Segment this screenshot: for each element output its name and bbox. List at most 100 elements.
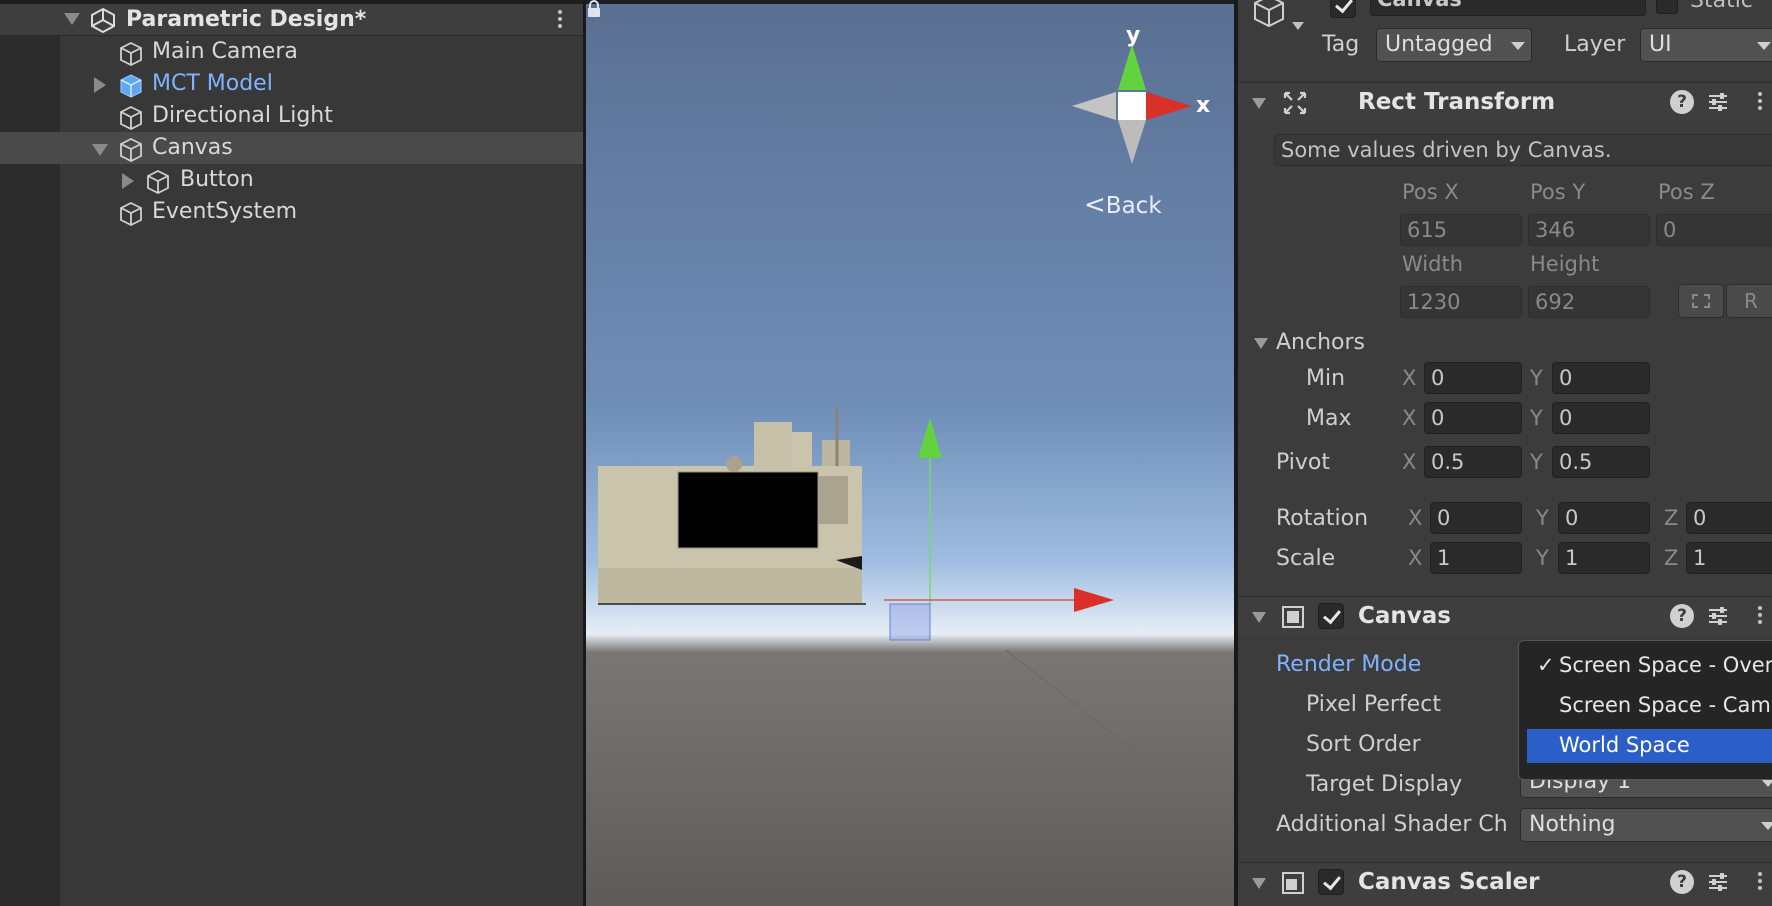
anchor-min-y-field[interactable]: 0 [1552,362,1650,394]
hierarchy-item-directional-light[interactable]: Directional Light [0,100,583,132]
hierarchy-item-mct-model[interactable]: MCT Model [0,68,583,100]
scene-fold-arrow-icon[interactable] [64,13,80,25]
anchor-max-y-field[interactable]: 0 [1552,402,1650,434]
rotation-x-field[interactable]: 0 [1430,502,1522,534]
additional-shader-channels-value: Nothing [1529,812,1616,837]
fold-arrow-icon[interactable] [1252,98,1266,109]
pos-y-field[interactable]: 346 [1528,214,1650,246]
hierarchy-item-label: Canvas [152,135,233,160]
chevron-down-icon [1761,822,1772,830]
lock-icon[interactable] [586,0,602,18]
hierarchy-item-label: MCT Model [152,71,273,96]
width-label: Width [1402,252,1464,276]
hierarchy-item-canvas[interactable]: Canvas [0,132,583,164]
tag-label: Tag [1322,32,1360,57]
sort-order-label: Sort Order [1306,732,1421,757]
render-mode-option-camera[interactable]: Screen Space - Camera [1527,689,1772,723]
canvas-component-title: Canvas [1358,603,1451,629]
anchors-fold-arrow-icon[interactable] [1254,338,1268,349]
preset-sliders-icon[interactable] [1706,604,1730,628]
preset-sliders-icon[interactable] [1706,90,1730,114]
static-label: Static [1690,0,1753,13]
prefab-cube-icon [120,74,142,98]
component-menu-kebab-icon[interactable] [1750,606,1770,627]
tag-dropdown[interactable]: Untagged [1376,28,1532,62]
scale-y-field[interactable]: 1 [1558,542,1650,574]
scene-menu-kebab-icon[interactable] [550,10,570,32]
pos-z-label: Pos Z [1658,180,1715,204]
anchor-min-x-field[interactable]: 0 [1424,362,1522,394]
tag-value: Untagged [1385,32,1493,57]
object-name-field[interactable]: Canvas [1370,0,1646,16]
scale-x-field[interactable]: 1 [1430,542,1522,574]
canvas-scaler-header[interactable]: Canvas Scaler ? [1238,862,1772,906]
canvas-scaler-icon [1282,872,1304,894]
rect-transform-header[interactable]: Rect Transform ? [1238,82,1772,122]
render-mode-option-world-space[interactable]: World Space [1527,729,1772,763]
layer-dropdown[interactable]: UI [1640,28,1772,62]
height-field[interactable]: 692 [1528,286,1650,318]
hierarchy-item-main-camera[interactable]: Main Camera [0,36,583,68]
hierarchy-item-eventsystem[interactable]: EventSystem [0,196,583,228]
blueprint-dashed-rect-icon [1692,294,1710,308]
canvas-component-header[interactable]: Canvas ? [1238,596,1772,636]
axis-y-label: Y [1530,366,1543,390]
pivot-y-field[interactable]: 0.5 [1552,446,1650,478]
scene-view[interactable]: y x <Back [586,0,1234,906]
axis-x-label: X [1402,450,1417,474]
chevron-down-icon [1757,42,1771,50]
render-mode-label: Render Mode [1276,652,1422,677]
canvas-component-icon [1282,606,1304,628]
expand-arrow-icon[interactable] [122,173,134,189]
chevron-down-icon [1761,779,1772,787]
height-label: Height [1530,252,1600,276]
component-menu-kebab-icon[interactable] [1750,872,1770,893]
pos-x-field[interactable]: 615 [1400,214,1522,246]
width-field[interactable]: 1230 [1400,286,1522,318]
rect-transform-title: Rect Transform [1358,89,1556,115]
scene-title: Parametric Design* [126,7,367,32]
driven-by-note: Some values driven by Canvas. [1274,134,1772,166]
scale-z-field[interactable]: 1 [1686,542,1772,574]
unity-scene-icon [91,7,115,33]
gizmo-x-label: x [1196,93,1210,118]
axis-y-label: Y [1536,506,1549,530]
pivot-x-field[interactable]: 0.5 [1424,446,1522,478]
fold-arrow-icon[interactable] [1252,878,1266,889]
blueprint-mode-button[interactable] [1678,284,1724,318]
checkmark-icon: ✓ [1537,653,1555,677]
hierarchy-item-button[interactable]: Button [0,164,583,196]
component-menu-kebab-icon[interactable] [1750,92,1770,113]
axis-y-label: Y [1530,406,1543,430]
axis-x-label: X [1402,366,1417,390]
additional-shader-channels-dropdown[interactable]: Nothing [1520,808,1772,842]
axis-z-label: Z [1664,546,1679,570]
canvas-scaler-enabled-checkbox[interactable] [1318,869,1344,895]
expand-arrow-icon[interactable] [94,77,106,93]
help-icon[interactable]: ? [1670,90,1694,114]
canvas-enabled-checkbox[interactable] [1318,603,1344,629]
anchors-label: Anchors [1276,330,1365,355]
render-mode-option-overlay[interactable]: ✓ Screen Space - Overlay [1527,649,1772,683]
help-icon[interactable]: ? [1670,604,1694,628]
hierarchy-item-label: Main Camera [152,39,298,64]
collapse-arrow-icon[interactable] [92,144,108,156]
raw-edit-button[interactable]: R [1726,284,1772,318]
scene-viewport-canvas: y x [586,0,1234,906]
back-label: Back [1105,193,1162,219]
rotation-z-field[interactable]: 0 [1686,502,1772,534]
back-link[interactable]: <Back [1084,190,1162,220]
static-checkbox[interactable] [1656,0,1678,14]
pos-x-label: Pos X [1402,180,1459,204]
icon-dropdown-caret-icon[interactable] [1292,22,1304,30]
gameobject-cube-icon [147,169,169,195]
move-handle-plane[interactable] [889,603,931,641]
preset-sliders-icon[interactable] [1706,870,1730,894]
pos-z-field[interactable]: 0 [1656,214,1772,246]
active-toggle-checkbox[interactable] [1330,0,1356,18]
anchor-max-x-field[interactable]: 0 [1424,402,1522,434]
rotation-y-field[interactable]: 0 [1558,502,1650,534]
fold-arrow-icon[interactable] [1252,612,1266,623]
scene-header-row[interactable]: Parametric Design* [0,4,583,36]
help-icon[interactable]: ? [1670,870,1694,894]
